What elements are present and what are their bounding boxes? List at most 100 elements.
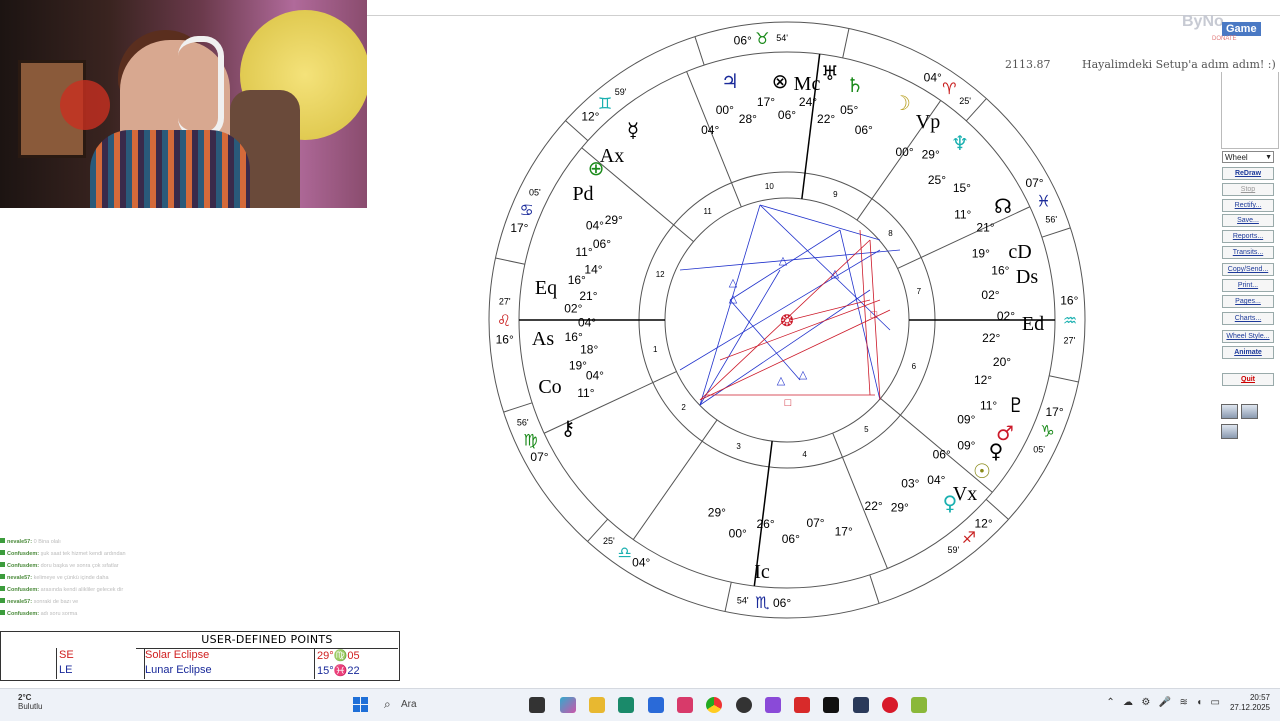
chat-user: Confusdem: [7, 551, 40, 557]
app-icon-red[interactable] [677, 697, 693, 713]
planet-degree-label: 04° [927, 473, 945, 487]
sign-glyph-icon: ♍ [523, 431, 537, 450]
planet-degree-label: 22° [865, 499, 883, 513]
planet-degree-label: 02° [564, 302, 582, 316]
planet-degree-label: 11° [954, 207, 971, 221]
sidebar-panel [1221, 72, 1279, 149]
planet-degree-label: 03° [901, 477, 919, 491]
sidebar-button-quit[interactable]: Quit [1222, 373, 1274, 386]
planet-degree-label: 25° [928, 173, 946, 187]
outer-minute-label: 54' [776, 33, 788, 43]
house-number: 3 [736, 442, 741, 451]
app-icon-l[interactable] [794, 697, 810, 713]
outer-degree-label: 17° [510, 221, 528, 235]
sidebar-button-animate[interactable]: Animate [1222, 346, 1274, 359]
outer-minute-label: 59' [947, 545, 959, 555]
app-icon-purple[interactable] [765, 697, 781, 713]
steam-icon[interactable] [853, 697, 869, 713]
chat-text: 0 Bina olalı [33, 539, 61, 545]
obs-icon[interactable] [736, 697, 752, 713]
tiktok-icon[interactable] [823, 697, 839, 713]
sign-glyph-icon: ♏ [755, 593, 769, 612]
sign-boundary-line [842, 28, 850, 58]
sidebar-button-wheel-style[interactable]: Wheel Style... [1222, 330, 1274, 343]
screen-icon[interactable] [1221, 404, 1238, 419]
angle-label: Vp [916, 111, 940, 133]
taskbar-search[interactable]: ⌕ Ara [378, 695, 520, 715]
chat-text: doru başka ve sonra çok sıfatlar [40, 563, 119, 569]
planet-degree-label: 26° [756, 517, 774, 531]
outer-minute-label: 27' [499, 296, 511, 306]
aspect-line-blue [699, 269, 781, 406]
copilot-icon[interactable] [560, 697, 576, 713]
sidebar-button-print[interactable]: Print... [1222, 279, 1274, 292]
start-button[interactable] [353, 697, 368, 712]
sign-boundary-line [724, 582, 732, 612]
chart-style-select[interactable]: Wheel ▼ [1222, 151, 1274, 163]
udp-code: LE [59, 664, 73, 676]
opera-icon[interactable] [882, 697, 898, 713]
house-number: 9 [833, 190, 838, 199]
printer-icon[interactable] [1241, 404, 1258, 419]
chat-badge-icon [0, 550, 5, 555]
planet-degree-label: 11° [575, 245, 592, 259]
sidebar-button-save[interactable]: Save... [1222, 214, 1274, 227]
user-defined-points-panel: USER-DEFINED POINTS SE Solar Eclipse 29°… [0, 631, 400, 681]
planet-degree-label: 29° [922, 148, 940, 162]
chat-badge-icon [0, 574, 5, 579]
logo-donate: DONATE [1212, 36, 1237, 42]
chat-text: şuk saat tek hizmet kendi ardından [40, 551, 126, 557]
solar-fire-icon[interactable] [911, 697, 927, 713]
system-tray[interactable]: ⌃ ☁ ⚙ 🎤 ≋ ◖ ▭ [1106, 697, 1220, 708]
sidebar-button-charts[interactable]: Charts... [1222, 312, 1274, 325]
weather-widget[interactable]: 2°C Bulutlu [18, 693, 42, 711]
angle-label: As [532, 328, 554, 350]
store-icon[interactable] [618, 697, 634, 713]
sidebar-button-copy-send[interactable]: Copy/Send... [1222, 263, 1274, 276]
outer-minute-label: 27' [1063, 336, 1075, 346]
sidebar-button-stop[interactable]: Stop [1222, 183, 1274, 196]
planet-degree-label: 00° [716, 103, 734, 117]
planet-degree-label: 04° [701, 123, 719, 137]
pluto-icon: ♇ [1007, 393, 1025, 417]
sign-boundary-line [1041, 227, 1071, 238]
jupiter-icon: ♃ [721, 69, 739, 93]
planet-degree-label: 06° [855, 123, 873, 137]
udp-position: 15°♓22 [317, 665, 360, 677]
udp-position: 29°♍05 [317, 650, 360, 662]
settings-icon[interactable] [1221, 424, 1238, 439]
chiron-icon: ⚷ [561, 416, 576, 440]
mail-icon[interactable] [648, 697, 664, 713]
sign-boundary-line [869, 574, 880, 604]
planet-degree-label: 16° [991, 264, 1009, 278]
outer-degree-label: 17° [1046, 405, 1064, 419]
file-explorer-icon[interactable] [589, 697, 605, 713]
stream-logo: ByNo Game DONATE [1160, 8, 1272, 48]
outer-degree-label: 12° [975, 517, 993, 531]
chat-user: Confusdem: [7, 587, 40, 593]
logo-brand: ByNo [1182, 13, 1224, 30]
house-number: 8 [888, 229, 893, 238]
sidebar-button-redraw[interactable]: ReDraw [1222, 167, 1274, 180]
chat-message: nevale57: 0 Bina olalı [0, 538, 262, 546]
title-number: 2113.87 [1005, 58, 1051, 71]
stream-subtitle: Hayalimdeki Setup'a adım adım! :) [1082, 58, 1276, 71]
system-clock[interactable]: 20:57 27.12.2025 [1230, 693, 1270, 713]
earth-icon: ⊕ [588, 156, 605, 180]
chart-style-value: Wheel [1225, 153, 1248, 162]
sidebar-button-rectify[interactable]: Rectify... [1222, 199, 1274, 212]
sign-boundary-line [503, 402, 533, 413]
task-view-icon[interactable] [529, 697, 545, 713]
house-number: 10 [765, 182, 774, 191]
outer-degree-label: 06° [734, 33, 752, 47]
chrome-icon[interactable] [706, 697, 722, 713]
sidebar-button-pages[interactable]: Pages... [1222, 295, 1274, 308]
saturn-icon: ♄ [846, 73, 864, 97]
sign-glyph-icon: ♐ [962, 528, 976, 547]
outer-degree-label: 04° [924, 70, 942, 84]
planet-degree-label: 02° [981, 288, 999, 302]
house-number: 4 [802, 450, 807, 459]
sidebar-button-transits[interactable]: Transits... [1222, 246, 1274, 259]
sidebar-button-reports[interactable]: Reports... [1222, 230, 1274, 243]
aspect-line-blue [699, 204, 761, 406]
